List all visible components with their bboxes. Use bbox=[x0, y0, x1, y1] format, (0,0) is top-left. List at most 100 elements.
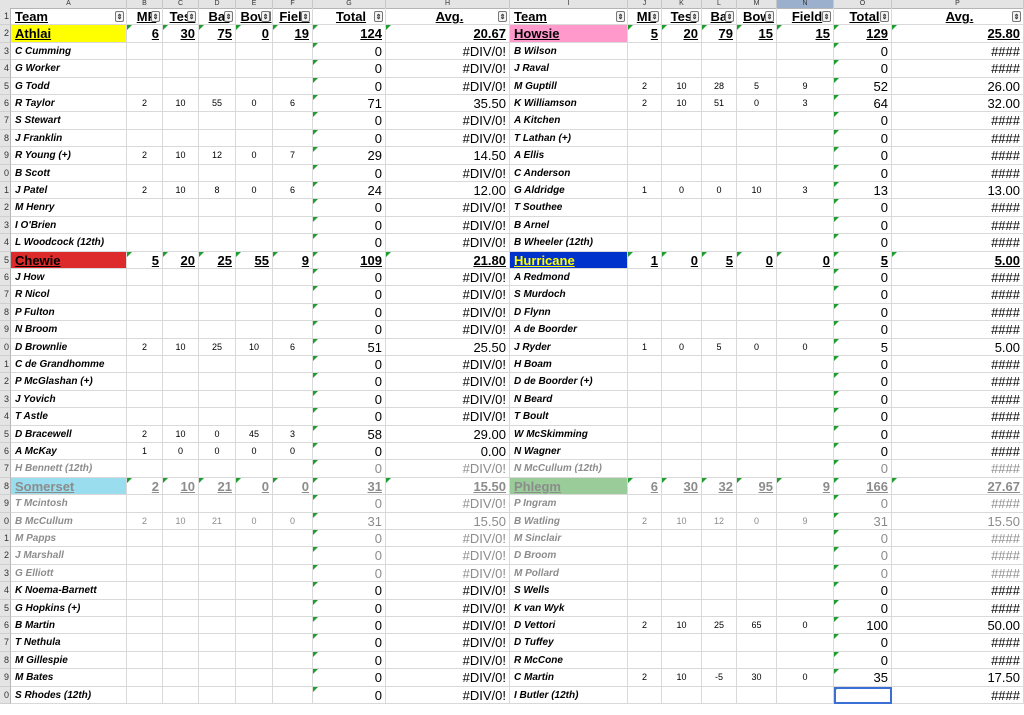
player-mp[interactable] bbox=[127, 564, 163, 583]
player-avg[interactable]: #### bbox=[892, 303, 1024, 322]
player-name[interactable]: T Astle bbox=[11, 408, 127, 426]
row-header[interactable]: 2 bbox=[0, 373, 11, 391]
player-mp[interactable] bbox=[628, 147, 662, 165]
player-field[interactable] bbox=[777, 651, 834, 670]
player-mp[interactable] bbox=[628, 112, 662, 130]
header-avg-left[interactable]: Avg. ⇕ bbox=[386, 8, 510, 26]
player-mp[interactable] bbox=[628, 234, 662, 252]
player-test[interactable] bbox=[163, 599, 199, 617]
player-field[interactable] bbox=[273, 686, 313, 704]
player-total[interactable]: 0 bbox=[313, 373, 386, 391]
player-mp[interactable] bbox=[628, 373, 662, 391]
player-bat[interactable] bbox=[702, 686, 737, 704]
row-header[interactable]: 9 bbox=[0, 495, 11, 513]
player-mp[interactable] bbox=[628, 199, 662, 217]
player-avg[interactable]: #DIV/0! bbox=[386, 686, 510, 704]
player-test[interactable] bbox=[662, 495, 702, 513]
player-bowl[interactable] bbox=[737, 60, 777, 78]
column-header-c[interactable]: C bbox=[163, 0, 199, 8]
player-total[interactable]: 0 bbox=[834, 390, 892, 409]
player-bowl[interactable] bbox=[737, 425, 777, 443]
player-bowl[interactable] bbox=[236, 686, 273, 704]
player-avg[interactable]: #### bbox=[892, 129, 1024, 148]
player-total[interactable]: 0 bbox=[834, 564, 892, 583]
player-mp[interactable] bbox=[628, 286, 662, 304]
player-bowl[interactable]: 5 bbox=[737, 77, 777, 95]
player-avg[interactable]: #### bbox=[892, 216, 1024, 235]
player-bowl[interactable] bbox=[737, 199, 777, 217]
player-test[interactable]: 10 bbox=[163, 338, 199, 356]
player-field[interactable] bbox=[777, 634, 834, 652]
player-bowl[interactable] bbox=[236, 408, 273, 426]
player-bat[interactable] bbox=[199, 408, 236, 426]
player-bat[interactable]: 55 bbox=[199, 95, 236, 113]
player-bowl[interactable] bbox=[236, 599, 273, 617]
player-avg[interactable]: #### bbox=[892, 651, 1024, 670]
player-field[interactable] bbox=[273, 234, 313, 252]
player-name[interactable]: M Pollard bbox=[510, 564, 628, 583]
player-name[interactable]: G Elliott bbox=[11, 564, 127, 583]
player-bat[interactable] bbox=[199, 286, 236, 304]
player-test[interactable] bbox=[163, 60, 199, 78]
player-bowl[interactable] bbox=[236, 129, 273, 148]
player-field[interactable]: 7 bbox=[273, 147, 313, 165]
player-field[interactable]: 9 bbox=[777, 77, 834, 95]
player-bowl[interactable] bbox=[236, 216, 273, 235]
sort-toggle-icon[interactable]: ⇕ bbox=[880, 11, 889, 22]
player-total[interactable]: 0 bbox=[313, 286, 386, 304]
player-avg[interactable]: #DIV/0! bbox=[386, 564, 510, 583]
player-test[interactable] bbox=[662, 599, 702, 617]
player-name[interactable]: C Anderson bbox=[510, 164, 628, 182]
player-avg[interactable]: #DIV/0! bbox=[386, 216, 510, 235]
column-header-p[interactable]: P bbox=[892, 0, 1024, 8]
player-field[interactable] bbox=[777, 599, 834, 617]
player-bowl[interactable] bbox=[236, 234, 273, 252]
header-bat-right[interactable]: Bat ⇕ bbox=[702, 8, 737, 26]
player-mp[interactable]: 2 bbox=[628, 669, 662, 687]
column-header-d[interactable]: D bbox=[199, 0, 236, 8]
player-name[interactable]: J Marshall bbox=[11, 547, 127, 565]
player-field[interactable] bbox=[273, 42, 313, 61]
player-bowl[interactable] bbox=[737, 216, 777, 235]
player-field[interactable]: 0 bbox=[777, 338, 834, 356]
team-bowl[interactable]: 0 bbox=[737, 251, 777, 269]
player-bat[interactable]: 25 bbox=[702, 617, 737, 635]
player-field[interactable]: 3 bbox=[777, 182, 834, 200]
player-field[interactable] bbox=[777, 269, 834, 287]
player-bat[interactable] bbox=[199, 60, 236, 78]
player-avg[interactable]: #DIV/0! bbox=[386, 60, 510, 78]
team-mp[interactable]: 5 bbox=[127, 251, 163, 269]
player-total[interactable]: 0 bbox=[834, 460, 892, 478]
player-test[interactable] bbox=[662, 390, 702, 409]
team-bat[interactable]: 79 bbox=[702, 25, 737, 43]
player-bat[interactable] bbox=[199, 77, 236, 95]
player-avg[interactable]: #DIV/0! bbox=[386, 495, 510, 513]
player-bowl[interactable] bbox=[737, 582, 777, 600]
player-mp[interactable]: 2 bbox=[628, 95, 662, 113]
player-test[interactable] bbox=[662, 129, 702, 148]
player-avg[interactable]: 0.00 bbox=[386, 443, 510, 461]
team-mp[interactable]: 6 bbox=[127, 25, 163, 43]
player-bowl[interactable] bbox=[236, 651, 273, 670]
player-avg[interactable]: 13.00 bbox=[892, 182, 1024, 200]
header-mp-left[interactable]: MP ⇕ bbox=[127, 8, 163, 26]
player-field[interactable] bbox=[777, 303, 834, 322]
player-mp[interactable] bbox=[628, 425, 662, 443]
player-name[interactable]: P Ingram bbox=[510, 495, 628, 513]
player-mp[interactable]: 2 bbox=[127, 338, 163, 356]
player-field[interactable] bbox=[777, 164, 834, 182]
team-mp[interactable]: 5 bbox=[628, 25, 662, 43]
sort-toggle-icon[interactable]: ⇕ bbox=[151, 11, 160, 22]
player-mp[interactable] bbox=[628, 129, 662, 148]
player-test[interactable] bbox=[662, 216, 702, 235]
player-avg[interactable]: #### bbox=[892, 112, 1024, 130]
player-bat[interactable] bbox=[702, 373, 737, 391]
player-name[interactable]: C Cumming bbox=[11, 42, 127, 61]
player-test[interactable] bbox=[662, 356, 702, 374]
player-test[interactable] bbox=[662, 373, 702, 391]
player-total[interactable]: 0 bbox=[834, 147, 892, 165]
player-test[interactable] bbox=[163, 286, 199, 304]
player-field[interactable] bbox=[777, 582, 834, 600]
player-bowl[interactable] bbox=[236, 356, 273, 374]
player-mp[interactable] bbox=[127, 356, 163, 374]
